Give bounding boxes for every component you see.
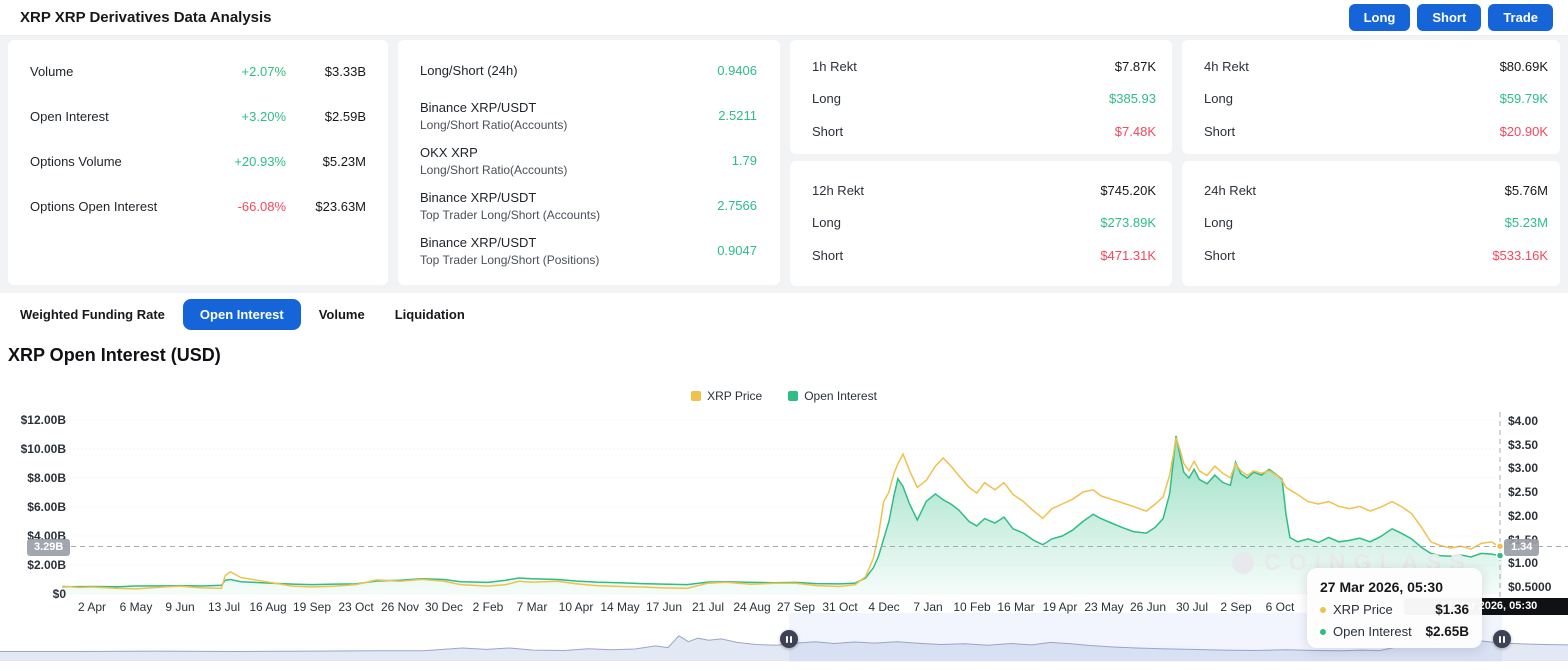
tooltip-row-xrp-price: XRP Price $1.36 (1320, 602, 1469, 617)
y-axis-label-right: $2.50 (1508, 485, 1539, 500)
y-axis-label-right: $1.00 (1508, 556, 1539, 571)
tooltip-datetime: 27 Mar 2026, 05:30 (1320, 579, 1443, 595)
y-axis-label-left: $0 (52, 587, 66, 601)
y-axis-label-right: $3.50 (1508, 437, 1539, 452)
x-axis-label: 10 Apr (558, 600, 594, 614)
crosshair-right-value-badge: 1.34 (1504, 539, 1540, 556)
xrp-price-dot-icon (1320, 606, 1326, 613)
x-axis-label: 31 Oct (822, 600, 858, 614)
x-axis-label: 7 Mar (516, 600, 548, 614)
x-axis-label: 30 Jul (1175, 600, 1209, 614)
x-axis-label: 19 Apr (1042, 600, 1078, 614)
x-axis-label: 19 Sep (292, 600, 332, 614)
y-axis-label-left: $6.00B (27, 500, 66, 514)
x-axis-label: 7 Jan (913, 600, 943, 614)
x-axis-label: 24 Aug (733, 600, 771, 614)
xrp-price-hover-dot (1495, 541, 1505, 551)
x-axis-label: 26 Nov (380, 600, 420, 614)
chart-tooltip: 27 Mar 2026, 05:30 XRP Price $1.36 Open … (1307, 568, 1482, 648)
x-axis-label: 9 Jun (165, 600, 195, 614)
y-axis-label-left: $10.00B (20, 442, 66, 456)
x-axis-label: 17 Jun (645, 600, 683, 614)
x-axis-label: 27 Sep (776, 600, 816, 614)
tooltip-row-open-interest: Open Interest $2.65B (1320, 624, 1469, 639)
watermark-logo-icon (1232, 551, 1254, 574)
main-chart[interactable]: COINGLASS 3.29B 1.34 27 Mar 2026, 05:30 … (0, 0, 1568, 671)
x-axis-label: 4 Dec (868, 600, 900, 614)
y-axis-label-right: $2.00 (1508, 508, 1539, 523)
open-interest-dot-icon (1320, 628, 1326, 635)
x-axis-label: 23 May (1084, 600, 1124, 614)
page: XRP XRP Derivatives Data Analysis Long S… (0, 0, 1568, 671)
navigator-right-handle[interactable] (1493, 630, 1511, 648)
x-axis-label: 23 Oct (338, 600, 374, 614)
open-interest-hover-dot (1495, 551, 1505, 560)
y-axis-label-left: $12.00B (20, 413, 66, 427)
x-axis-label: 14 May (600, 600, 640, 614)
y-axis-label-right: $4.00 (1508, 414, 1539, 428)
x-axis-label: 2 Sep (1220, 600, 1252, 614)
x-axis-label: 21 Jul (691, 600, 725, 614)
x-axis-label: 16 Aug (249, 600, 287, 614)
x-axis-label: 16 Mar (997, 600, 1035, 614)
y-axis-label-left: $8.00B (27, 471, 66, 485)
x-axis-label: 6 May (119, 600, 153, 614)
y-axis-label-left: $2.00B (27, 558, 66, 572)
y-axis-label-right: $3.00 (1508, 461, 1539, 476)
x-axis-label: 2 Feb (472, 600, 504, 614)
x-axis-label: 10 Feb (953, 600, 991, 614)
navigator-left-handle[interactable] (780, 630, 798, 648)
crosshair-left-value-badge: 3.29B (27, 539, 71, 556)
x-axis-label: 26 Jun (1129, 600, 1167, 614)
x-axis-label: 2 Apr (77, 600, 107, 614)
x-axis-label: 30 Dec (424, 600, 464, 614)
x-axis-label: 13 Jul (207, 600, 241, 614)
y-axis-label-right: $0.5000 (1508, 580, 1552, 594)
x-axis-label: 6 Oct (1265, 600, 1295, 614)
